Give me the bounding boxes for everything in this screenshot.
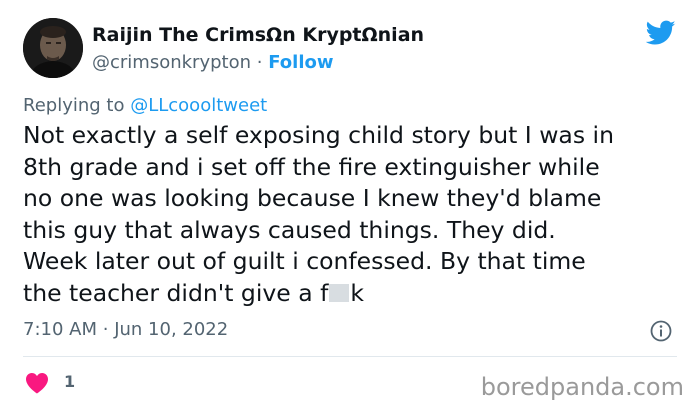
replying-prefix: Replying to [23, 95, 125, 116]
info-icon[interactable] [650, 320, 672, 342]
tweet-text-line: this guy that always caused things. They… [23, 215, 556, 244]
replying-mention[interactable]: @LLcoooltweet [130, 95, 267, 116]
like-count[interactable]: 1 [64, 372, 75, 391]
tweet-text-line: Not exactly a self exposing child story … [23, 121, 614, 149]
tweet-text-line-last: the teacher didn't give a f k [23, 278, 683, 310]
twitter-bird-icon[interactable] [646, 20, 676, 46]
heart-icon[interactable] [25, 372, 49, 394]
author-block: Raijin The CrimsΩn KryptΩnian @crimsonkr… [92, 22, 424, 76]
author-handle[interactable]: @crimsonkrypton [92, 52, 251, 73]
tweet-text: Not exactly a self exposing child story … [23, 120, 683, 309]
censor-blur [329, 283, 350, 302]
author-display-name[interactable]: Raijin The CrimsΩn KryptΩnian [92, 22, 424, 48]
tweet-time: 7:10 AM [23, 319, 97, 340]
tweet-text-last-end: k [350, 278, 364, 307]
tweet-card: Raijin The CrimsΩn KryptΩnian @crimsonkr… [0, 0, 700, 410]
replying-to: Replying to @LLcoooltweet [23, 95, 267, 116]
divider [23, 356, 677, 357]
timestamp-separator: · [102, 319, 109, 340]
tweet-text-line: 8th grade and i set off the fire extingu… [23, 152, 600, 181]
follow-button[interactable]: Follow [268, 52, 333, 73]
avatar[interactable] [23, 18, 83, 78]
tweet-date: Jun 10, 2022 [114, 319, 229, 340]
tweet-text-line: Week later out of guilt i confessed. By … [23, 247, 586, 275]
tweet-text-last-start: the teacher didn't give a f [23, 278, 329, 307]
handle-separator: · [256, 52, 263, 73]
tweet-text-line: no one was looking because I knew they'd… [23, 184, 602, 212]
author-handle-row: @crimsonkrypton · Follow [92, 50, 424, 76]
watermark: boredpanda.com [480, 373, 684, 401]
tweet-timestamp[interactable]: 7:10 AM · Jun 10, 2022 [23, 319, 228, 340]
